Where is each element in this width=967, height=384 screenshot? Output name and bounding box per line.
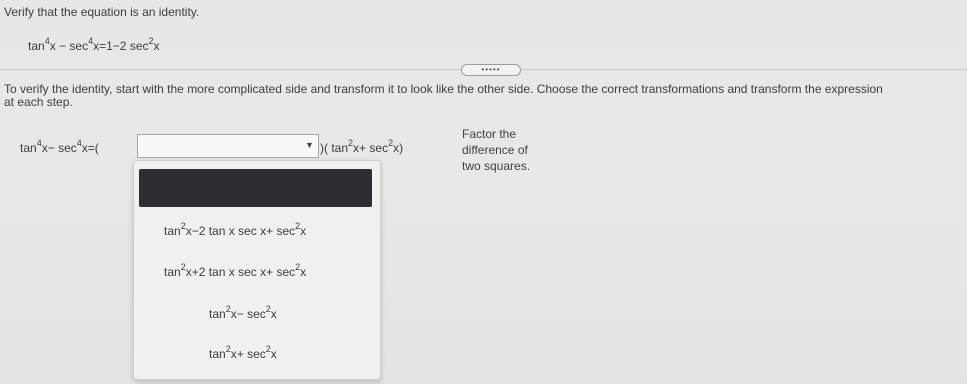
- opt-var: x: [270, 347, 277, 361]
- opt-var: x: [300, 224, 307, 238]
- step-right-factor: )( tan2x+ sec2x): [320, 138, 404, 155]
- opt-exponent: 2: [265, 304, 271, 314]
- opt-term: sec: [247, 307, 266, 321]
- instruction-text: Verify that the equation is an identity.: [4, 5, 200, 19]
- dropdown-option[interactable]: tan2x− sec2x: [209, 304, 277, 321]
- dropdown-option[interactable]: tan2x+2 tan x sec x+ sec2x: [164, 262, 307, 279]
- hint-line: Factor the: [462, 127, 517, 141]
- eq-term: sec: [369, 141, 389, 155]
- identity-equation: tan4x − sec4x=1−2 sec2x: [28, 36, 160, 53]
- opt-exponent: 2: [225, 344, 231, 354]
- opt-mid: x+2 tan x sec x+: [185, 265, 274, 279]
- eq-var: x=(: [81, 141, 99, 155]
- eq-var: x+: [353, 141, 367, 155]
- opt-mid: x+: [230, 347, 244, 361]
- eq-exponent: 4: [36, 138, 42, 148]
- transformation-dropdown[interactable]: [137, 134, 319, 158]
- opt-exponent: 2: [180, 262, 186, 272]
- eq-term: sec: [58, 141, 77, 155]
- more-button[interactable]: •••••: [461, 64, 521, 76]
- opt-term: tan: [164, 224, 181, 238]
- opt-mid: x−2 tan x sec x+: [185, 224, 274, 238]
- eq-var: x: [153, 39, 160, 53]
- opt-exponent: 2: [295, 221, 301, 231]
- eq-operator: −: [59, 39, 67, 53]
- eq-term: tan: [331, 141, 349, 155]
- opt-term: sec: [276, 265, 296, 279]
- eq-exponent: 4: [76, 138, 82, 148]
- opt-exponent: 2: [265, 344, 271, 354]
- opt-term: tan: [209, 347, 226, 361]
- opt-exponent: 2: [225, 304, 231, 314]
- body-instruction-line1: To verify the identity, start with the m…: [4, 82, 883, 96]
- opt-exponent: 2: [295, 262, 301, 272]
- hint-text: Factor the difference of two squares.: [462, 126, 530, 174]
- opt-term: sec: [276, 224, 296, 238]
- eq-exponent: 2: [388, 138, 394, 148]
- opt-term: tan: [164, 265, 181, 279]
- open-paren: (: [324, 141, 328, 155]
- hint-line: difference of: [462, 143, 528, 157]
- opt-exponent: 2: [180, 221, 186, 231]
- step-lhs: tan4x− sec4x=(: [20, 138, 99, 155]
- body-instruction-line2: at each step.: [4, 95, 73, 109]
- eq-var: x: [49, 39, 56, 53]
- opt-term: tan: [209, 307, 226, 321]
- eq-exponent: 2: [348, 138, 354, 148]
- opt-var: x: [300, 265, 307, 279]
- opt-mid: x−: [230, 307, 244, 321]
- eq-var: x): [393, 141, 404, 155]
- eq-var: x−: [41, 141, 55, 155]
- eq-term: tan: [28, 39, 45, 53]
- opt-term: sec: [247, 347, 266, 361]
- eq-exponent: 4: [44, 36, 50, 46]
- eq-exponent: 2: [148, 36, 154, 46]
- hint-line: two squares.: [462, 159, 531, 173]
- eq-exponent: 4: [88, 36, 94, 46]
- eq-term: tan: [20, 141, 37, 155]
- chevron-down-icon[interactable]: ▼: [305, 140, 314, 150]
- dropdown-option[interactable]: tan2x+ sec2x: [209, 344, 277, 361]
- opt-var: x: [270, 307, 277, 321]
- dropdown-option[interactable]: tan2x−2 tan x sec x+ sec2x: [164, 221, 307, 238]
- eq-term: sec: [129, 39, 149, 53]
- eq-rhs: =1−2: [99, 39, 127, 53]
- eq-term: sec: [69, 39, 89, 53]
- dropdown-menu-header: [139, 169, 372, 207]
